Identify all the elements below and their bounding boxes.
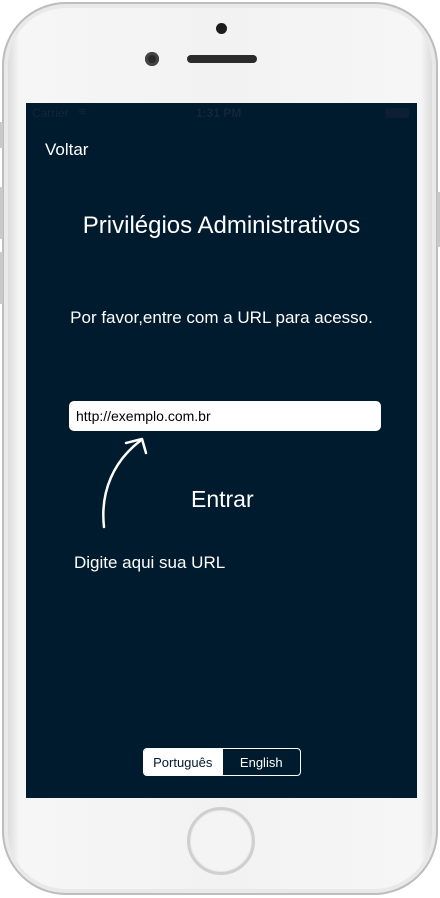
language-selector: Português English [143,748,301,776]
instruction-text: Por favor,entre com a URL para acesso. [70,308,373,327]
volume-up-button [0,187,3,239]
back-button[interactable]: Voltar [45,140,88,160]
status-bar: Carrier ≋ 1:31 PM [26,103,417,125]
status-time: 1:31 PM [196,106,242,120]
url-input[interactable] [69,401,381,431]
hint-arrow-icon [102,437,148,529]
earpiece-speaker [187,55,257,63]
home-button[interactable] [187,807,255,875]
language-option-portugues[interactable]: Português [144,749,222,775]
wifi-icon: ≋ [78,106,88,118]
battery-icon [385,108,409,118]
app-screen: Carrier ≋ 1:31 PM Voltar Privilégios Adm… [26,103,417,798]
carrier-label: Carrier [32,106,69,120]
volume-down-button [0,252,3,304]
language-option-english[interactable]: English [221,749,301,775]
front-camera-icon [145,52,159,66]
proximity-sensor [216,23,227,34]
page-title: Privilégios Administrativos [82,212,361,239]
phone-frame: Carrier ≋ 1:31 PM Voltar Privilégios Adm… [0,2,440,895]
mute-switch [0,122,3,148]
enter-button[interactable]: Entrar [191,486,254,513]
url-hint-text: Digite aqui sua URL [74,553,226,572]
